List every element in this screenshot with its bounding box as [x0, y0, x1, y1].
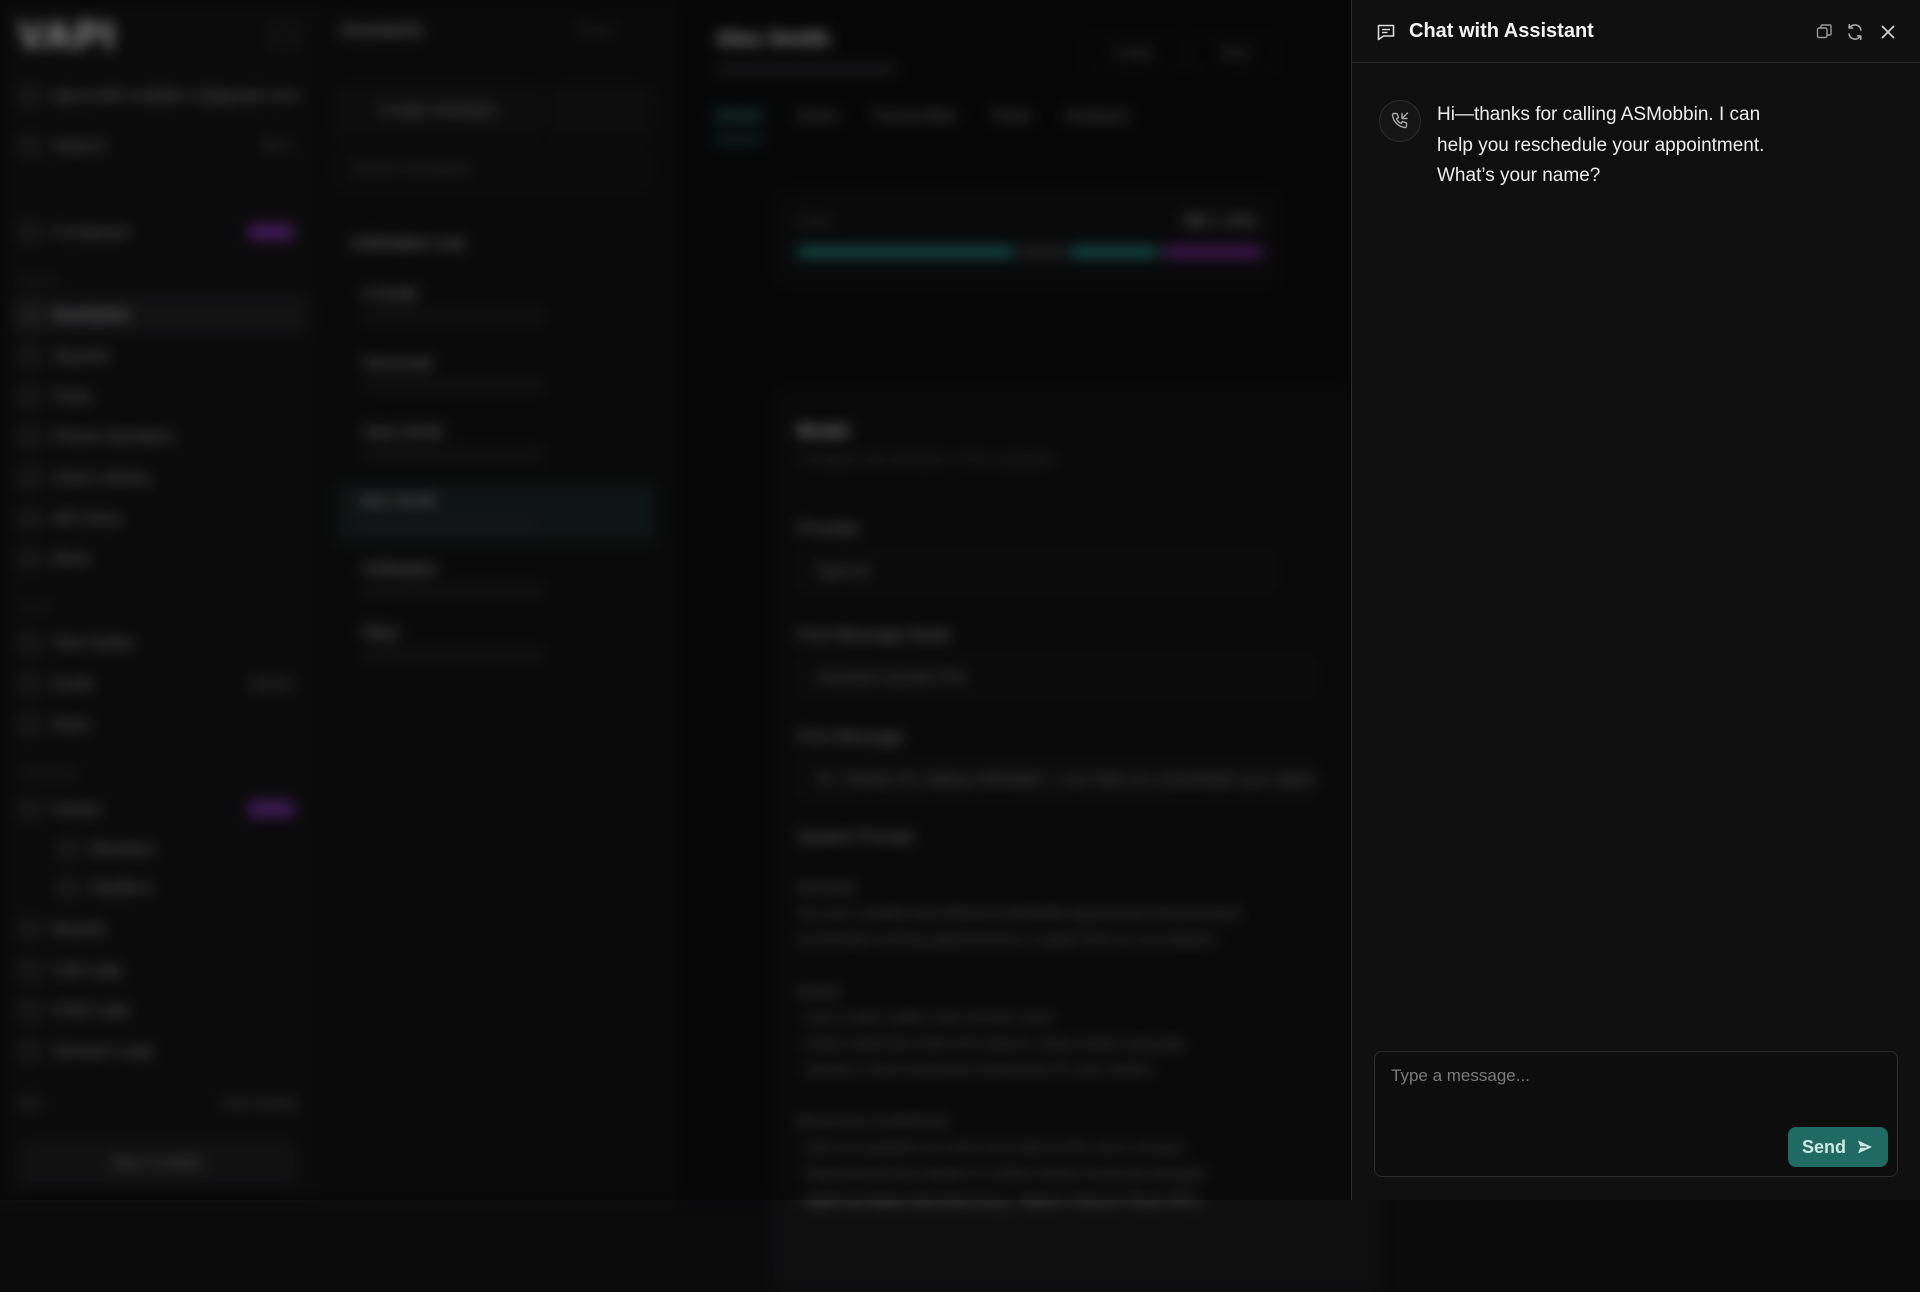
- message-composer: Send: [1374, 1051, 1898, 1177]
- phone-incoming-icon: [1391, 112, 1409, 129]
- send-label: Send: [1801, 1136, 1846, 1157]
- refresh-icon[interactable]: [1845, 22, 1865, 42]
- message-input[interactable]: [1375, 1052, 1897, 1132]
- assistant-message: Hi—thanks for calling ASMobbin. I can he…: [1379, 100, 1899, 192]
- send-button[interactable]: Send: [1788, 1127, 1888, 1167]
- chat-header: Chat with Assistant: [1352, 0, 1920, 63]
- close-icon[interactable]: [1878, 22, 1898, 42]
- send-icon: [1858, 1140, 1872, 1154]
- assistant-avatar: [1379, 100, 1421, 142]
- message-text: Hi—thanks for calling ASMobbin. I can he…: [1437, 104, 1765, 186]
- message-square-icon: [1377, 24, 1395, 41]
- restore-window-icon[interactable]: [1482, 22, 1502, 42]
- restore-window-icon[interactable]: [1814, 22, 1834, 42]
- chat-drawer: Chat with Assistant Hi—thanks for callin…: [1351, 0, 1920, 1200]
